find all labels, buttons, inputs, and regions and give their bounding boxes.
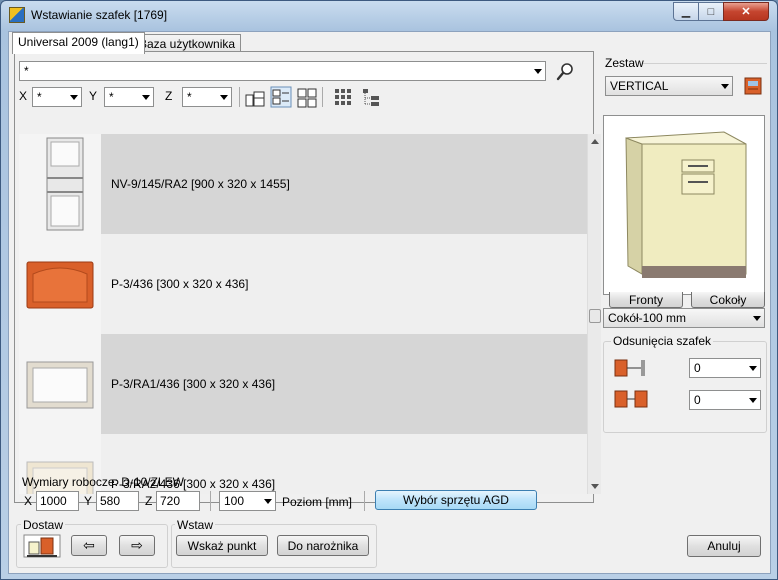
view-tree-icon[interactable] <box>361 87 383 109</box>
cabinet-wall-offset-icon <box>614 359 645 377</box>
fronty-button[interactable]: Fronty <box>609 292 683 308</box>
glass-wall-cabinet-thumbnail <box>19 334 101 434</box>
agd-selection-button[interactable]: Wybór sprzętu AGD <box>375 490 537 510</box>
view-list-thumbnails-icon[interactable] <box>270 86 292 108</box>
work-x-input[interactable]: 1000 <box>36 491 79 511</box>
y-filter-combo[interactable]: * <box>104 87 154 107</box>
z-filter-value: * <box>187 90 192 104</box>
wstaw-label: Wstaw <box>175 518 215 532</box>
cabinet-list[interactable]: NV-9/145/RA2 [900 x 320 x 1455] P-3/436 … <box>19 134 587 494</box>
chevron-down-icon <box>749 398 757 403</box>
app-icon <box>9 7 25 23</box>
catalog-tab-panel: * X * Y * Z * NV-9/145/RA2 [900 x 320 x … <box>14 51 601 503</box>
y-filter-value: * <box>109 90 114 104</box>
view-grid-thumbnails-icon[interactable] <box>296 87 318 109</box>
cokoly-button[interactable]: Cokoły <box>691 292 765 308</box>
work-z-label: Z <box>145 494 153 508</box>
corner-button[interactable]: Do narożnika <box>277 535 369 556</box>
zestaw-value: VERTICAL <box>610 79 669 93</box>
move-left-button[interactable]: ⇦ <box>71 535 107 556</box>
minimize-button[interactable]: ▁ <box>673 2 699 21</box>
cabinet-cabinet-offset-icon <box>614 390 648 408</box>
toolbar-separator <box>322 87 323 107</box>
cabinet-preview <box>603 115 765 295</box>
chevron-down-icon <box>220 95 228 100</box>
list-item[interactable]: P-3/436 [300 x 320 x 436] <box>19 234 587 334</box>
scroll-up-arrow-icon[interactable] <box>591 139 599 144</box>
chevron-down-icon <box>142 95 150 100</box>
point-button[interactable]: Wskaż punkt <box>176 535 268 556</box>
offset-wall-value: 0 <box>694 361 701 375</box>
x-filter-value: * <box>37 90 42 104</box>
cancel-button[interactable]: Anuluj <box>687 535 761 557</box>
maximize-button[interactable]: □ <box>698 2 724 21</box>
list-item-label: P-3/436 [300 x 320 x 436] <box>101 234 587 334</box>
chevron-down-icon <box>70 95 78 100</box>
orange-wall-cabinet-thumbnail <box>19 234 101 334</box>
separator <box>210 491 211 511</box>
zestaw-label: Zestaw <box>605 56 644 70</box>
view-small-cabinets-icon[interactable] <box>244 87 266 109</box>
view-icons-grid-icon[interactable] <box>333 87 355 109</box>
level-value: 100 <box>224 494 245 508</box>
offset-wall-combo[interactable]: 0 <box>689 358 761 378</box>
work-y-label: Y <box>84 494 93 508</box>
chevron-down-icon <box>721 84 729 89</box>
offset-cabinet-value: 0 <box>694 393 701 407</box>
tall-shelf-cabinet-thumbnail <box>19 134 101 234</box>
y-filter-label: Y <box>89 89 98 103</box>
scroll-down-arrow-icon[interactable] <box>591 484 599 489</box>
move-right-button[interactable]: ⇨ <box>119 535 155 556</box>
cokol-value: Cokół-100 mm <box>608 311 687 325</box>
tab-universal-2009[interactable]: Universal 2009 (lang1) <box>12 32 145 54</box>
level-label: Poziom [mm] <box>282 495 353 509</box>
dialog-window: Wstawianie szafek [1769] ▁ □ ✕ Universal… <box>0 0 778 580</box>
separator <box>364 491 365 511</box>
dialog-client-area: Universal 2009 (lang1) Baza użytkownika … <box>8 31 771 574</box>
list-item-label: P-3/RA1/436 [300 x 320 x 436] <box>101 334 587 434</box>
work-y-input[interactable]: 580 <box>96 491 139 511</box>
z-filter-label: Z <box>165 89 173 103</box>
list-item-label: NV-9/145/RA2 [900 x 320 x 1455] <box>101 134 587 234</box>
right-panel: Zestaw VERTICAL Fronty Cokoły Cokół-100 … <box>599 51 771 503</box>
chevron-down-icon <box>753 316 761 321</box>
z-filter-combo[interactable]: * <box>182 87 232 107</box>
search-icon[interactable] <box>555 60 577 82</box>
level-combo[interactable]: 100 <box>219 491 276 511</box>
attach-cabinet-icon[interactable] <box>23 534 61 558</box>
odsuniecia-group <box>603 341 767 433</box>
work-z-input[interactable]: 720 <box>156 491 200 511</box>
x-filter-combo[interactable]: * <box>32 87 82 107</box>
chevron-down-icon <box>749 366 757 371</box>
list-item[interactable]: NV-9/145/RA2 [900 x 320 x 1455] <box>19 134 587 234</box>
x-filter-label: X <box>19 89 28 103</box>
zestaw-settings-icon[interactable] <box>743 76 763 96</box>
chevron-down-icon <box>264 499 272 504</box>
toolbar-separator <box>239 87 240 107</box>
title-bar[interactable]: Wstawianie szafek [1769] ▁ □ ✕ <box>1 1 777 29</box>
chevron-down-icon <box>534 69 542 74</box>
group-line <box>643 63 767 64</box>
window-title: Wstawianie szafek [1769] <box>31 8 168 22</box>
zestaw-combo[interactable]: VERTICAL <box>605 76 733 96</box>
catalog-filter-combo[interactable]: * <box>19 61 546 81</box>
work-x-label: X <box>24 494 33 508</box>
cokol-combo[interactable]: Cokół-100 mm <box>603 308 765 328</box>
offset-cabinet-combo[interactable]: 0 <box>689 390 761 410</box>
working-dimensions-label: Wymiary robocze: D-10/ZLEW <box>22 475 184 489</box>
odsuniecia-label: Odsunięcia szafek <box>611 334 714 348</box>
catalog-filter-value: * <box>24 64 29 78</box>
dostaw-label: Dostaw <box>21 518 66 532</box>
list-item[interactable]: P-3/RA1/436 [300 x 320 x 436] <box>19 334 587 434</box>
close-button[interactable]: ✕ <box>723 2 769 21</box>
